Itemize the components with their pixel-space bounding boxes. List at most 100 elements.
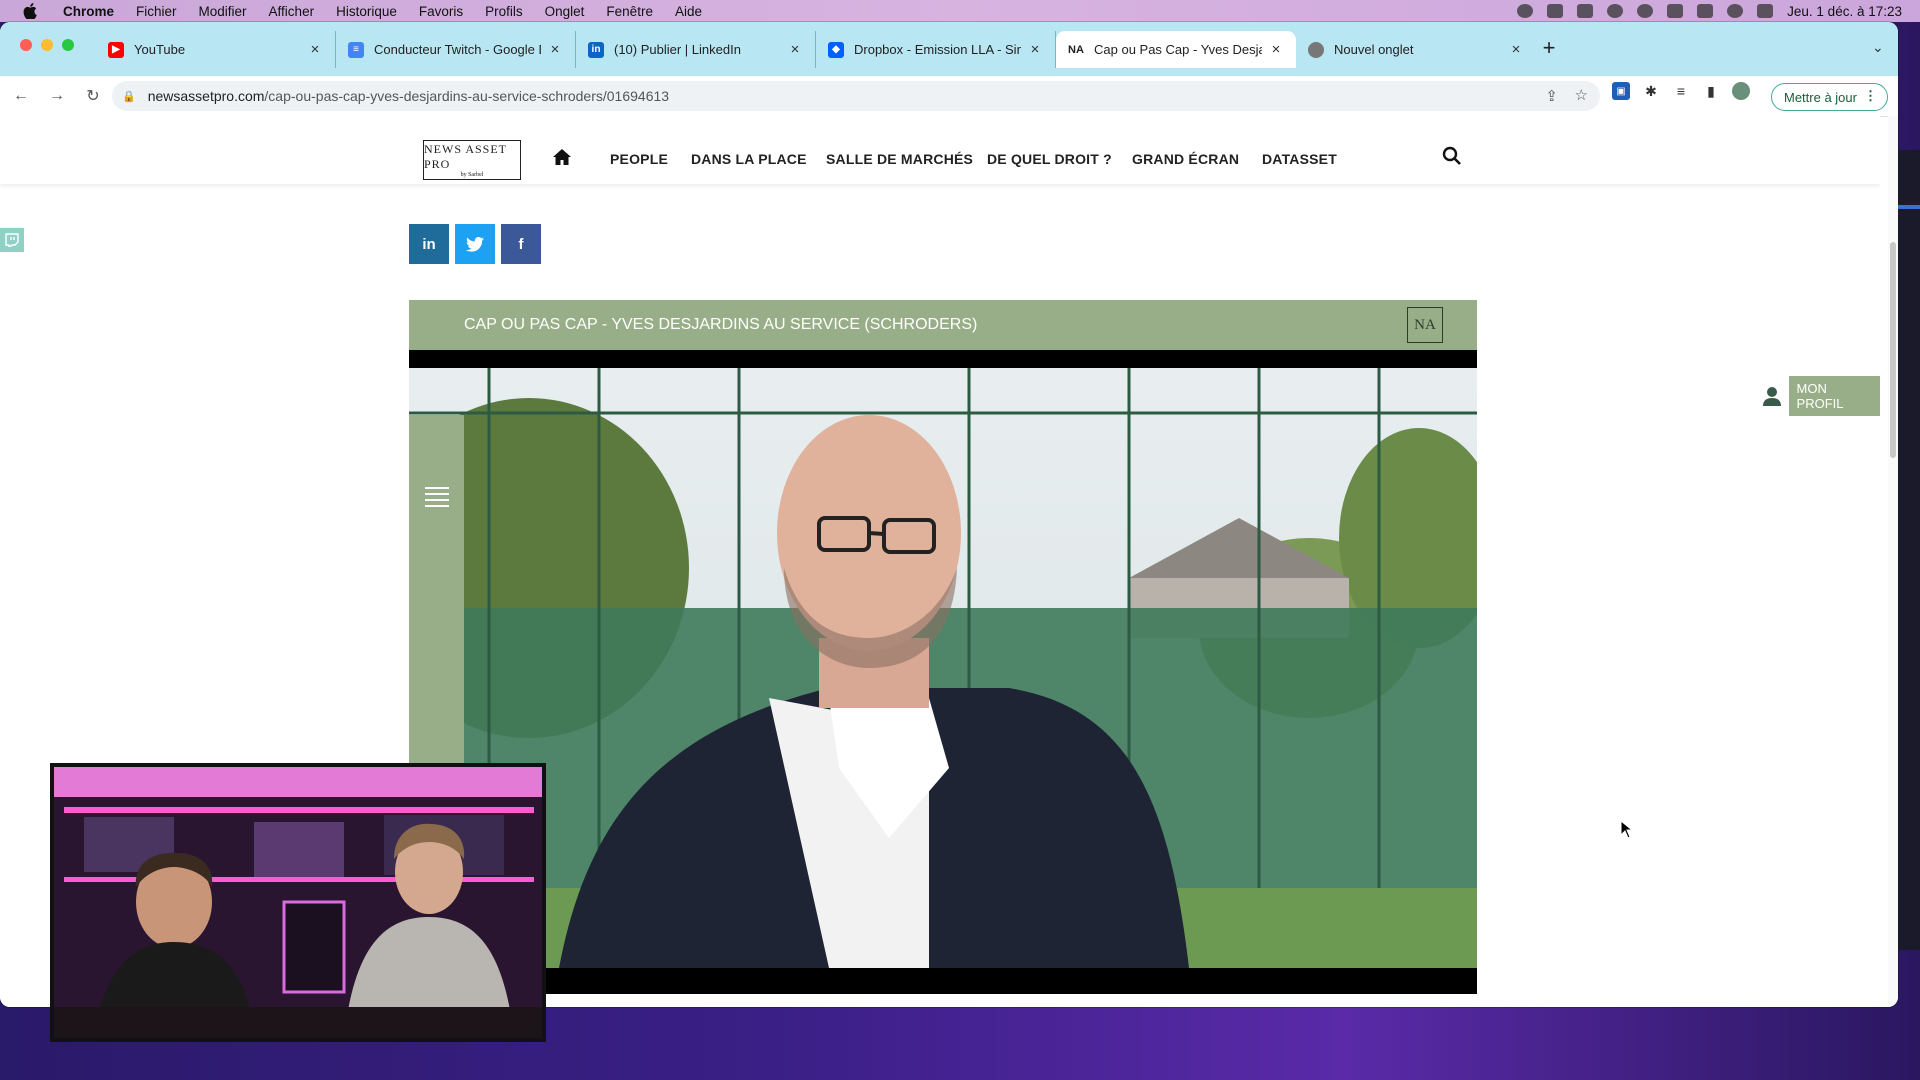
site-logo[interactable]: NEWS ASSET PRO by Sarbel — [423, 140, 521, 180]
reload-icon[interactable]: ↻ — [78, 86, 108, 106]
nav-grand-ecran[interactable]: GRAND ÉCRAN — [1132, 151, 1239, 167]
tab-dropbox[interactable]: ◆ Dropbox - Emission LLA - Simp × — [816, 31, 1056, 68]
tab-linkedin[interactable]: in (10) Publier | LinkedIn × — [576, 31, 816, 68]
tab-title: Cap ou Pas Cap - Yves Desjard — [1094, 42, 1262, 57]
logo-subtext: by Sarbel — [460, 172, 484, 178]
tab-title: Dropbox - Emission LLA - Simp — [854, 42, 1021, 57]
linkedin-icon: in — [422, 235, 436, 253]
close-window-button[interactable] — [20, 39, 32, 51]
dropbox-icon: ◆ — [828, 41, 844, 58]
search-icon[interactable] — [1442, 146, 1462, 171]
menu-app-name[interactable]: Chrome — [52, 4, 125, 19]
scrollbar-thumb[interactable] — [1890, 242, 1896, 458]
menu-favoris[interactable]: Favoris — [408, 4, 474, 19]
close-tab-icon[interactable]: × — [547, 41, 563, 58]
keyboard-icon[interactable] — [1547, 4, 1564, 18]
macos-menu-bar: Chrome Fichier Modifier Afficher Histori… — [0, 0, 1920, 22]
play-icon[interactable] — [1637, 4, 1654, 18]
newsassetpro-icon: NA — [1068, 43, 1084, 56]
google-docs-icon: ≡ — [348, 41, 364, 58]
volume-icon[interactable] — [1577, 4, 1594, 18]
menu-aide[interactable]: Aide — [664, 4, 713, 19]
tab-title: YouTube — [134, 42, 186, 57]
tab-title: Conducteur Twitch - Google D — [374, 42, 541, 57]
linkedin-share-button[interactable]: in — [409, 224, 449, 264]
tab-newsassetpro[interactable]: NA Cap ou Pas Cap - Yves Desjard × — [1056, 31, 1296, 68]
minimize-window-button[interactable] — [41, 39, 53, 51]
nav-people[interactable]: PEOPLE — [610, 151, 668, 167]
bluetooth-icon[interactable] — [1667, 4, 1684, 18]
twitter-bird-icon — [466, 236, 484, 252]
menu-profils[interactable]: Profils — [474, 4, 534, 19]
new-tab-button[interactable]: + — [1534, 35, 1564, 61]
menu-fichier[interactable]: Fichier — [125, 4, 188, 19]
back-arrow-icon[interactable]: ← — [6, 87, 36, 105]
close-tab-icon[interactable]: × — [1508, 41, 1524, 58]
update-button-label: Mettre à jour — [1784, 89, 1857, 105]
wifi-icon[interactable] — [1697, 4, 1714, 18]
site-navigation: NEWS ASSET PRO by Sarbel PEOPLE DANS LA … — [0, 134, 1880, 184]
media-queue-icon[interactable]: ≡ — [1672, 82, 1690, 100]
forward-arrow-icon[interactable]: → — [42, 87, 72, 105]
creative-cloud-icon[interactable] — [1517, 4, 1534, 18]
puzzle-icon[interactable]: ✱ — [1642, 82, 1660, 100]
facebook-icon: f — [518, 235, 524, 253]
browser-toolbar: ← → ↻ 🔒 newsassetpro.com/cap-ou-pas-cap-… — [0, 76, 1898, 117]
logo-text: NEWS ASSET PRO — [424, 142, 507, 171]
webcam-scene-image — [54, 767, 542, 1038]
tab-title: (10) Publier | LinkedIn — [614, 42, 741, 57]
account-icon[interactable] — [1607, 4, 1624, 18]
address-bar[interactable]: 🔒 newsassetpro.com/cap-ou-pas-cap-yves-d… — [112, 81, 1600, 111]
nav-dans-la-place[interactable]: DANS LA PLACE — [691, 151, 807, 167]
user-icon — [1762, 385, 1783, 407]
share-icon[interactable]: ⇪ — [1545, 87, 1558, 105]
tab-bar: ▶ YouTube × ≡ Conducteur Twitch - Google… — [0, 22, 1898, 76]
twitch-icon[interactable] — [0, 228, 24, 252]
home-icon[interactable] — [553, 149, 571, 170]
spotlight-search-icon[interactable] — [1727, 4, 1744, 18]
mon-profil-button[interactable]: MON PROFIL — [1762, 376, 1880, 416]
menu-lines-icon[interactable] — [425, 487, 449, 511]
zoom-window-button[interactable] — [62, 39, 74, 51]
side-panel-icon[interactable]: ▮ — [1702, 82, 1720, 100]
video-brand-logo: NA — [1407, 307, 1443, 343]
mon-profil-label: MON PROFIL — [1788, 376, 1880, 416]
profile-avatar[interactable] — [1732, 82, 1750, 100]
apple-icon[interactable] — [20, 3, 40, 19]
bookmark-star-icon[interactable]: ☆ — [1575, 86, 1588, 104]
mouse-cursor-icon — [1620, 819, 1634, 844]
update-chrome-button[interactable]: Mettre à jour ⋮ — [1771, 83, 1888, 111]
tab-google-docs[interactable]: ≡ Conducteur Twitch - Google D × — [336, 31, 576, 68]
menu-fenetre[interactable]: Fenêtre — [595, 4, 664, 19]
tab-title: Nouvel onglet — [1334, 42, 1414, 57]
video-scene-image — [409, 368, 1477, 968]
nav-salle-de-marches[interactable]: SALLE DE MARCHÉS — [826, 151, 973, 167]
more-menu-icon[interactable]: ⋮ — [1864, 88, 1877, 104]
window-controls — [20, 39, 74, 51]
menu-modifier[interactable]: Modifier — [188, 4, 258, 19]
webcam-overlay — [50, 763, 546, 1042]
tab-youtube[interactable]: ▶ YouTube × — [96, 31, 336, 68]
extension-icon[interactable]: ▣ — [1612, 82, 1630, 100]
twitter-share-button[interactable] — [455, 224, 495, 264]
nav-datasset[interactable]: DATASSET — [1262, 151, 1337, 167]
facebook-share-button[interactable]: f — [501, 224, 541, 264]
close-tab-icon[interactable]: × — [1027, 41, 1043, 58]
menu-onglet[interactable]: Onglet — [534, 4, 596, 19]
menu-afficher[interactable]: Afficher — [258, 4, 326, 19]
menu-historique[interactable]: Historique — [325, 4, 408, 19]
close-tab-icon[interactable]: × — [787, 41, 803, 58]
nav-de-quel-droit[interactable]: DE QUEL DROIT ? — [987, 151, 1112, 167]
background-window-edge — [1898, 150, 1920, 950]
chrome-icon — [1308, 41, 1324, 58]
tab-new-tab[interactable]: Nouvel onglet × — [1296, 31, 1536, 68]
control-center-icon[interactable] — [1757, 4, 1774, 18]
close-tab-icon[interactable]: × — [1268, 41, 1284, 58]
video-title-bar: CAP OU PAS CAP - YVES DESJARDINS AU SERV… — [409, 300, 1477, 350]
tab-search-chevron-icon[interactable]: ⌄ — [1872, 39, 1884, 56]
clock[interactable]: Jeu. 1 déc. à 17:23 — [1787, 4, 1902, 19]
video-frame[interactable] — [409, 368, 1477, 968]
lock-icon[interactable]: 🔒 — [122, 90, 136, 103]
close-tab-icon[interactable]: × — [307, 41, 323, 58]
video-title: CAP OU PAS CAP - YVES DESJARDINS AU SERV… — [464, 316, 978, 333]
